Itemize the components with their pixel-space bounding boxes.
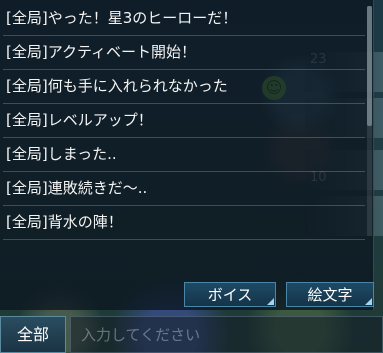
- corner-triangle-icon: [365, 298, 372, 305]
- chat-message: [全局]何も手に入れられなかった: [3, 70, 365, 104]
- emoji-button[interactable]: 絵文字: [286, 282, 374, 307]
- voice-button-label: ボイス: [207, 286, 253, 304]
- scrollbar-thumb[interactable]: [367, 6, 372, 126]
- chat-panel: [全局]やった！星3のヒーローだ！ [全局]アクティベート開始！ [全局]何も手…: [0, 0, 374, 310]
- chat-message: [全局]アクティベート開始！: [3, 36, 365, 70]
- chat-message: [全局]しまった..: [3, 138, 365, 172]
- chat-message: [全局]やった！星3のヒーローだ！: [3, 2, 365, 36]
- game-screen: 23 10 ☺ [全局]やった！星3のヒーローだ！ [全局]アクティベート開始！…: [0, 0, 383, 353]
- channel-select-button[interactable]: 全部: [0, 316, 66, 353]
- chat-input[interactable]: [70, 316, 383, 353]
- chat-message: [全局]背水の陣！: [3, 206, 365, 240]
- emoji-button-label: 絵文字: [307, 286, 353, 304]
- message-list[interactable]: [全局]やった！星3のヒーローだ！ [全局]アクティベート開始！ [全局]何も手…: [3, 2, 365, 275]
- chat-message: [全局]レベルアップ！: [3, 104, 365, 138]
- chat-message: [全局]連敗続きだ〜..: [3, 172, 365, 206]
- corner-triangle-icon: [267, 298, 274, 305]
- voice-button[interactable]: ボイス: [184, 282, 276, 307]
- chat-input-bar: 全部: [0, 316, 383, 353]
- message-scrollbar[interactable]: [367, 6, 372, 236]
